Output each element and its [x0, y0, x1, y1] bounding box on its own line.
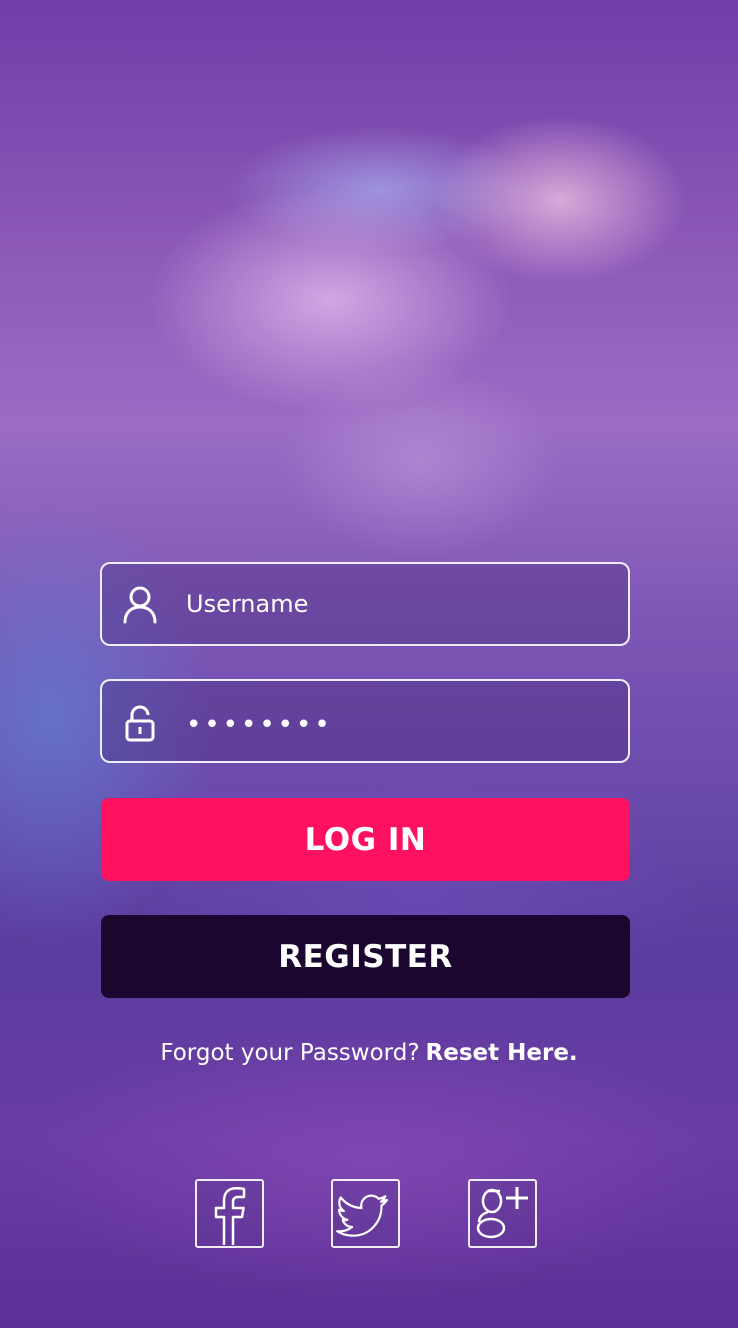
background-artwork — [0, 0, 738, 1328]
username-field-container[interactable] — [100, 562, 630, 646]
password-input[interactable] — [186, 685, 606, 765]
twitter-icon — [336, 1194, 389, 1237]
reset-password-link[interactable]: Reset Here. — [426, 1040, 578, 1066]
forgot-password-row: Forgot your Password? Reset Here. — [0, 1040, 738, 1066]
google-plus-icon — [476, 1187, 528, 1239]
username-input[interactable] — [186, 564, 606, 644]
twitter-button[interactable] — [331, 1179, 400, 1248]
lock-icon — [124, 705, 160, 743]
user-icon — [122, 586, 158, 624]
facebook-icon — [214, 1187, 246, 1245]
google-plus-button[interactable] — [468, 1179, 537, 1248]
password-field-container[interactable] — [100, 679, 630, 765]
login-button[interactable]: LOG IN — [101, 798, 630, 881]
facebook-button[interactable] — [195, 1179, 264, 1248]
forgot-password-text: Forgot your Password? — [160, 1040, 420, 1066]
register-button[interactable]: REGISTER — [101, 915, 630, 998]
